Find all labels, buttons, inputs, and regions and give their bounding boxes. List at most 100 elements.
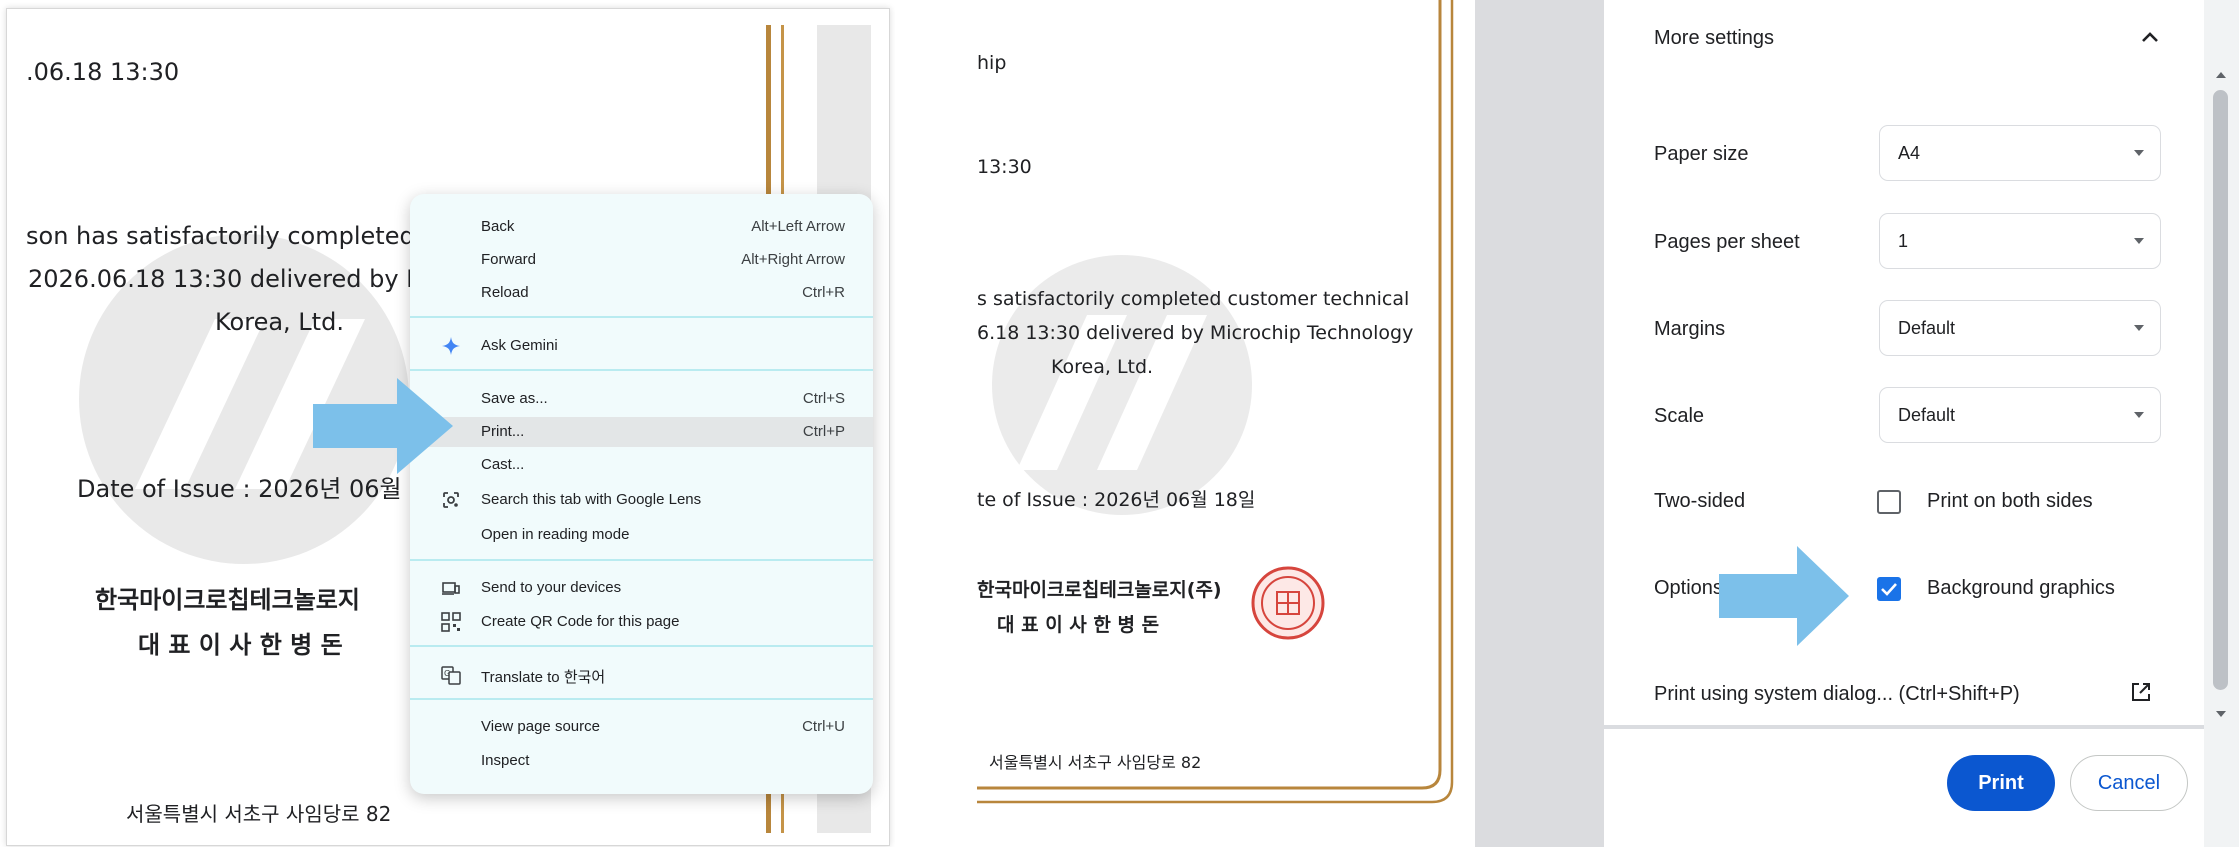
menu-item-reading-mode[interactable]: Open in reading mode [410,520,873,550]
print-preview-page: hip 13:30 s satisfactorily completed cus… [977,0,1475,847]
menu-item-label: Ask Gemini [481,337,558,354]
preview-background [1475,0,1604,847]
dropdown-caret-icon [2134,150,2144,156]
scroll-down-arrow-icon[interactable] [2215,709,2227,719]
cert-body-line-1: s satisfactorily completed customer tech… [977,288,1410,310]
gemini-sparkle-icon [442,337,460,355]
print-button[interactable]: Print [1947,755,2055,811]
chevron-up-icon[interactable] [2140,30,2160,44]
pages-per-sheet-value: 1 [1898,231,1909,251]
two-sided-label: Two-sided [1654,490,1746,512]
cert-date-of-issue: te of Issue : 2026년 06월 18일 [977,489,1256,511]
menu-item-back[interactable]: Back Alt+Left Arrow [410,212,873,242]
menu-item-google-lens[interactable]: Search this tab with Google Lens [410,485,873,515]
dropdown-caret-icon [2134,238,2144,244]
menu-item-shortcut: Ctrl+S [802,390,845,407]
menu-item-inspect[interactable]: Inspect [410,746,873,776]
scale-value: Default [1898,405,1956,425]
dropdown-caret-icon [2134,412,2144,418]
background-graphics-checkbox[interactable] [1877,577,1901,601]
print-both-sides-checkbox[interactable] [1877,490,1901,514]
cert-address: 서울특별시 서초구 사임당로 82 [989,753,1202,772]
cert-ceo-name: 대 표 이 사 한 병 돈 [138,631,343,659]
context-menu: Back Alt+Left Arrow Forward Alt+Right Ar… [410,194,873,794]
menu-item-label: Forward [481,251,537,268]
paper-size-value: A4 [1898,143,1921,163]
menu-item-cast[interactable]: Cast... [410,450,873,480]
scale-label: Scale [1654,405,1705,427]
paper-size-select[interactable]: A4 [1879,125,2161,181]
menu-item-label: Cast... [481,456,525,473]
options-label: Options [1654,577,1723,599]
scroll-up-arrow-icon[interactable] [2215,70,2227,80]
menu-item-label: View page source [481,718,600,735]
menu-item-label: Print... [481,423,525,440]
certificate-border-gold [977,0,1454,804]
cert-body-line-3: Korea, Ltd. [215,308,344,336]
qr-code-icon [441,612,461,632]
devices-icon [442,582,460,595]
scale-select[interactable]: Default [1879,387,2161,443]
menu-item-save-as[interactable]: Save as... Ctrl+S [410,384,873,414]
menu-item-label: Search this tab with Google Lens [481,491,702,508]
menu-item-shortcut: Alt+Left Arrow [751,218,845,235]
menu-item-shortcut: Ctrl+U [802,718,845,735]
menu-item-label: Save as... [481,390,548,407]
translate-icon: G [441,666,461,685]
open-external-icon[interactable] [2130,681,2152,703]
cert-address: 서울특별시 서초구 사임당로 82 [126,802,392,826]
pages-per-sheet-select[interactable]: 1 [1879,213,2161,269]
menu-item-ask-gemini[interactable]: Ask Gemini [410,331,873,361]
cert-title-fragment: hip [977,52,1007,74]
pointer-arrow-icon [1719,546,1849,646]
cert-datetime: .06.18 13:30 [26,58,180,86]
menu-item-shortcut: Alt+Right Arrow [741,251,845,268]
background-graphics-label[interactable]: Background graphics [1927,577,2115,600]
menu-separator [410,316,873,318]
margins-select[interactable]: Default [1879,300,2161,356]
menu-item-reload[interactable]: Reload Ctrl+R [410,278,873,308]
cert-body-line-3: Korea, Ltd. [1051,356,1154,378]
cancel-button[interactable]: Cancel [2070,755,2188,811]
menu-item-view-source[interactable]: View page source Ctrl+U [410,712,873,742]
cert-datetime: 13:30 [977,156,1032,178]
menu-item-print[interactable]: Print... Ctrl+P [410,417,873,447]
menu-item-label: Open in reading mode [481,526,630,543]
menu-item-shortcut: Ctrl+R [802,284,845,301]
menu-item-translate[interactable]: G Translate to 한국어 [410,660,873,690]
menu-item-label: Translate to 한국어 [481,669,606,686]
system-dialog-link[interactable]: Print using system dialog... (Ctrl+Shift… [1654,683,2020,706]
print-both-sides-label[interactable]: Print on both sides [1927,490,2093,513]
menu-item-forward[interactable]: Forward Alt+Right Arrow [410,245,873,275]
paper-size-label: Paper size [1654,143,1749,165]
print-settings-panel [1604,0,2215,725]
menu-item-qr-code[interactable]: Create QR Code for this page [410,607,873,637]
cert-body-line-2: 6.18 13:30 delivered by Microchip Techno… [977,322,1414,344]
cert-body-line-1: son has satisfactorily completed [26,222,415,250]
menu-item-label: Reload [481,284,529,301]
menu-separator [410,559,873,561]
right-screenshot-panel: hip 13:30 s satisfactorily completed cus… [977,0,2239,847]
menu-separator [410,645,873,647]
cert-company-name: 한국마이크로칩테크놀로지 [95,586,360,614]
menu-separator [410,698,873,700]
cert-ceo-name: 대 표 이 사 한 병 돈 [997,614,1160,636]
svg-text:G: G [444,669,450,678]
menu-separator [410,369,873,371]
margins-value: Default [1898,318,1956,338]
scrollbar-thumb[interactable] [2213,90,2228,690]
menu-item-shortcut: Ctrl+P [802,423,845,440]
pointer-arrow-icon [313,378,453,474]
menu-item-label: Create QR Code for this page [481,613,680,630]
menu-item-send-to-devices[interactable]: Send to your devices [410,573,873,603]
dropdown-caret-icon [2134,325,2144,331]
company-seal-stamp [1251,566,1325,640]
menu-item-label: Inspect [481,752,530,769]
menu-item-label: Send to your devices [481,579,622,596]
cert-company-name: 한국마이크로칩테크놀로지(주) [977,579,1222,601]
margins-label: Margins [1654,318,1726,340]
cert-date-of-issue: Date of Issue : 2026년 06월 [77,475,402,503]
more-settings-header[interactable]: More settings [1654,27,1774,50]
cert-body-line-2: 2026.06.18 13:30 delivered by M [28,265,427,293]
pages-per-sheet-label: Pages per sheet [1654,231,1800,253]
